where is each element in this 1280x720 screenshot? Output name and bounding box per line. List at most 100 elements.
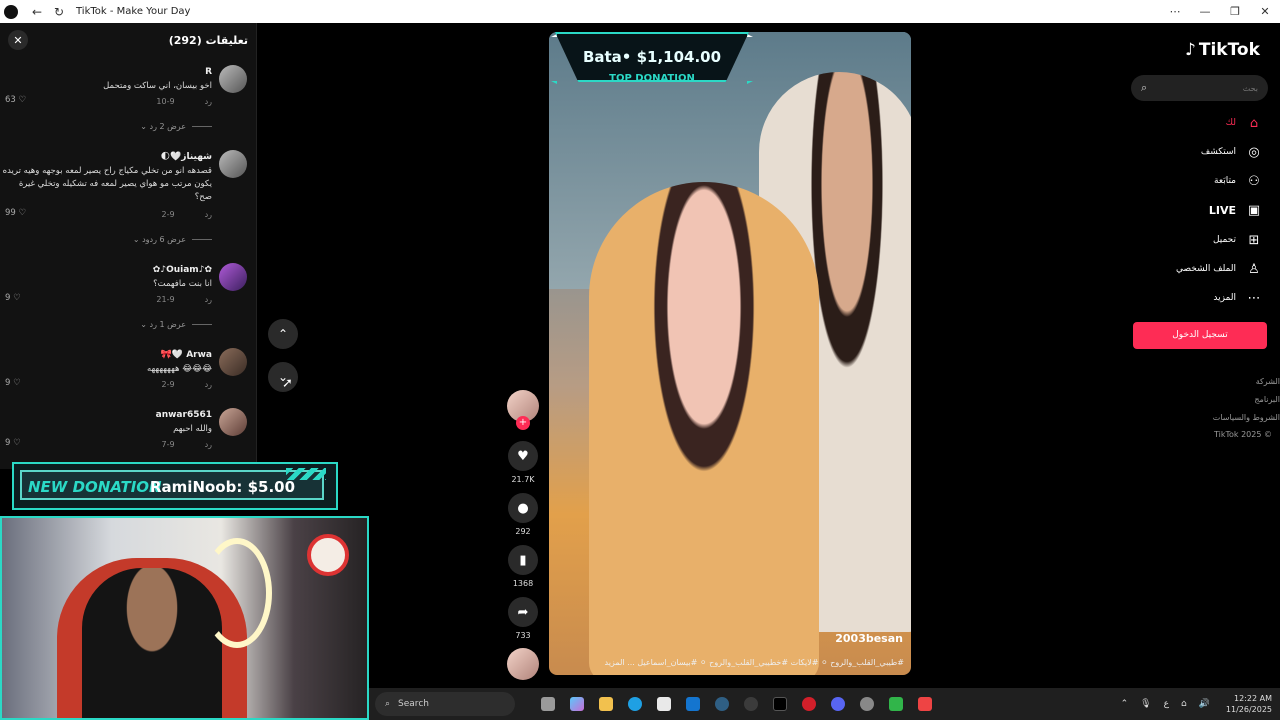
avatar[interactable]: [219, 65, 247, 93]
discord-icon[interactable]: [823, 693, 852, 715]
edge-browser-icon[interactable]: [620, 693, 649, 715]
search-input[interactable]: [1158, 83, 1258, 93]
avatar[interactable]: [219, 150, 247, 178]
nav-item-following[interactable]: ⚇ متابَعة: [1214, 171, 1264, 191]
video-caption[interactable]: #طيبي_القلب_والروح ⚪ #لايكات #خطيبي_القل…: [559, 658, 905, 667]
save-action[interactable]: ▮ 1368: [505, 545, 541, 588]
reply-link[interactable]: رد: [205, 97, 212, 106]
footer-link-company[interactable]: الشركة: [1256, 377, 1280, 386]
search-icon[interactable]: ⌕: [1141, 81, 1147, 95]
like-action[interactable]: ♥ 21.7K: [505, 441, 541, 484]
footer-link-terms[interactable]: الشروط والسياسات: [1213, 413, 1280, 422]
nav-item-more[interactable]: ⋯ المزيد: [1213, 288, 1264, 308]
close-button[interactable]: ✕: [1250, 0, 1280, 23]
tiktok-logo[interactable]: ♪ TikTok: [1185, 40, 1260, 60]
view-replies-link[interactable]: عرض 2 رد ⌄: [140, 122, 212, 131]
view-replies-label: عرض 1 رد: [149, 320, 186, 329]
copilot-icon[interactable]: [562, 693, 591, 715]
comment-user[interactable]: ✿♪Ouiam♪✿: [153, 265, 212, 275]
clock-time: 12:22 AM: [1234, 694, 1272, 703]
follow-plus-icon[interactable]: +: [516, 416, 530, 430]
network-icon[interactable]: ⌂: [1181, 699, 1187, 709]
avatar[interactable]: [219, 263, 247, 291]
search-bar[interactable]: ⌕: [1131, 75, 1268, 101]
creator-avatar-button[interactable]: +: [505, 390, 541, 430]
outlook-icon[interactable]: [678, 693, 707, 715]
heart-outline-icon[interactable]: ♡: [13, 438, 21, 448]
login-button[interactable]: تسجيل الدخول: [1133, 322, 1267, 349]
nav-item-upload[interactable]: ⊞ تحميل: [1213, 230, 1264, 250]
refresh-icon[interactable]: ↻: [48, 5, 70, 19]
keyboard-language[interactable]: ع: [1164, 699, 1169, 709]
minimize-button[interactable]: —: [1190, 0, 1220, 23]
reply-link[interactable]: رد: [205, 295, 212, 304]
reply-link[interactable]: رد: [205, 380, 212, 389]
top-donation-amount: Bata• $1,104.00: [582, 48, 722, 66]
nav-item-profile[interactable]: ♙ الملف الشخصي: [1176, 259, 1264, 279]
avatar[interactable]: +: [507, 390, 539, 430]
avatar[interactable]: [219, 408, 247, 436]
volume-icon[interactable]: 🔊: [1199, 699, 1210, 709]
comment-user[interactable]: Arwa 🤍🎀: [161, 350, 212, 360]
avatar[interactable]: [219, 348, 247, 376]
store-icon[interactable]: [649, 693, 678, 715]
tiktok-app-icon[interactable]: [765, 693, 794, 715]
heart-outline-icon[interactable]: ♡: [19, 208, 27, 218]
comment-date: 9-10: [156, 97, 175, 106]
like-count[interactable]: 9 ♡: [5, 293, 21, 303]
comment-user[interactable]: anwar6561: [156, 410, 212, 420]
heart-outline-icon[interactable]: ♡: [13, 378, 21, 388]
microphone-icon[interactable]: 🎙: [1140, 699, 1151, 709]
restore-button[interactable]: ❐: [1220, 0, 1250, 23]
back-arrow-icon[interactable]: ←: [26, 5, 48, 19]
like-count[interactable]: 9 ♡: [5, 378, 21, 388]
steam-icon[interactable]: [707, 693, 736, 715]
chevron-up-icon[interactable]: ⌃: [1121, 699, 1129, 709]
nav-item-explore[interactable]: ◎ استكشف: [1201, 142, 1264, 162]
footer-copyright: © 2025 TikTok: [1213, 430, 1272, 439]
like-count[interactable]: 63 ♡: [5, 95, 26, 105]
footer-link-program[interactable]: البرنامج: [1254, 395, 1280, 404]
comment-meta: رد 9-2: [161, 210, 212, 219]
video-author-handle[interactable]: 2003besan: [835, 632, 903, 645]
comment-user[interactable]: شهيناز🤍🌓: [161, 152, 212, 162]
share-arrow-icon[interactable]: ➦: [508, 597, 538, 627]
task-view-icon[interactable]: [533, 693, 562, 715]
clock[interactable]: 12:22 AM 11/26/2025: [1226, 693, 1272, 715]
taskbar-search[interactable]: ⌕ Search: [375, 692, 515, 716]
tv-app-icon[interactable]: [881, 693, 910, 715]
more-options-icon[interactable]: ⋯: [1160, 0, 1190, 23]
chevron-up-icon: ⌃: [277, 327, 289, 341]
comment-text: انا بنت مافهمت؟: [153, 279, 212, 289]
recorder-icon[interactable]: [910, 693, 939, 715]
comment-user[interactable]: R: [205, 67, 212, 77]
heart-icon[interactable]: ♥: [508, 441, 538, 471]
brand-name: TikTok: [1198, 40, 1260, 60]
heart-outline-icon[interactable]: ♡: [13, 293, 21, 303]
music-disc-icon[interactable]: [507, 648, 539, 680]
top-donation-banner: Bata• $1,104.00 TOP DONATION: [507, 20, 797, 90]
comment-bubble-icon[interactable]: ●: [508, 493, 538, 523]
previous-video-button[interactable]: ⌃: [268, 319, 298, 349]
view-replies-link[interactable]: عرض 1 رد ⌄: [140, 320, 212, 329]
like-count[interactable]: 9 ♡: [5, 438, 21, 448]
nav-item-for-you[interactable]: ⌂ لك: [1226, 113, 1264, 133]
nav-item-live[interactable]: ▣ LIVE: [1209, 200, 1264, 220]
music-disc-button[interactable]: [505, 648, 541, 680]
reply-link[interactable]: رد: [205, 440, 212, 449]
video-player-icon[interactable]: [736, 693, 765, 715]
heart-outline-icon[interactable]: ♡: [19, 95, 27, 105]
comment-action[interactable]: ● 292: [505, 493, 541, 536]
share-action[interactable]: ➦ 733: [505, 597, 541, 640]
chrome-icon[interactable]: [852, 693, 881, 715]
like-count[interactable]: 99 ♡: [5, 208, 26, 218]
reply-link[interactable]: رد: [205, 210, 212, 219]
view-replies-link[interactable]: عرض 6 ردود ⌄: [133, 235, 212, 244]
opera-icon[interactable]: [794, 693, 823, 715]
windows-taskbar: ⌕ Search ⌃ 🎙 ع ⌂ 🔊 12:22 AM 11/26/2025: [369, 688, 1280, 720]
bookmark-icon[interactable]: ▮: [508, 545, 538, 575]
streamer-webcam: [0, 516, 369, 720]
video-player[interactable]: 2003besan #طيبي_القلب_والروح ⚪ #لايكات #…: [549, 32, 911, 675]
file-explorer-icon[interactable]: [591, 693, 620, 715]
close-icon[interactable]: ✕: [8, 30, 28, 50]
